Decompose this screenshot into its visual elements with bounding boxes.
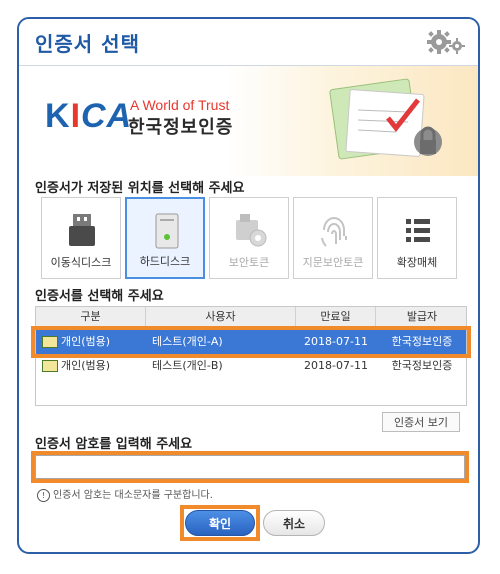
certificate-illustration-icon bbox=[329, 78, 442, 160]
certificate-icon bbox=[42, 360, 58, 372]
storage-section-label: 인증서가 저장된 위치를 선택해 주세요 bbox=[35, 181, 245, 196]
row-user: 테스트(개인-A) bbox=[152, 335, 223, 348]
storage-item-label: 확장매체 bbox=[396, 256, 438, 269]
password-input[interactable] bbox=[35, 455, 465, 479]
cancel-button[interactable]: 취소 bbox=[263, 510, 325, 536]
row-type: 개인(범용) bbox=[61, 359, 111, 372]
info-icon: ! bbox=[37, 488, 50, 502]
password-hint-text: 인증서 암호는 대소문자를 구분합니다. bbox=[53, 490, 213, 501]
storage-item-label: 이동식디스크 bbox=[50, 256, 112, 269]
row-user: 테스트(개인-B) bbox=[152, 359, 223, 372]
logo-company-name: 한국정보인증 bbox=[128, 117, 234, 138]
cert-section-label: 인증서를 선택해 주세요 bbox=[35, 289, 164, 304]
list-icon bbox=[406, 219, 430, 242]
logo-tagline: A World of Trust bbox=[130, 97, 230, 113]
column-header-user[interactable]: 사용자 bbox=[146, 307, 296, 327]
certificate-icon bbox=[42, 336, 58, 348]
column-header-issuer[interactable]: 발급자 bbox=[376, 307, 466, 327]
password-hint: ! 인증서 암호는 대소문자를 구분합니다. bbox=[37, 486, 213, 502]
fingerprint-icon bbox=[321, 217, 347, 247]
usb-drive-icon bbox=[69, 214, 95, 246]
table-row[interactable]: 개인(범용) 테스트(개인-A) 2018-07-11 한국정보인증 bbox=[36, 330, 466, 354]
column-header-type[interactable]: 구분 bbox=[36, 307, 146, 327]
ok-button[interactable]: 확인 bbox=[185, 510, 255, 536]
column-header-expiry[interactable]: 만료일 bbox=[296, 307, 376, 327]
title-bar: 인증서 선택 bbox=[19, 19, 478, 66]
row-issuer: 한국정보인증 bbox=[391, 335, 453, 348]
storage-hard-disk-button[interactable]: 하드디스크 bbox=[125, 197, 205, 279]
certificate-dialog: 인증서 선택 KICA A World of Trust 한국정보인증 인증서가… bbox=[17, 17, 480, 554]
row-type: 개인(범용) bbox=[61, 335, 111, 348]
security-token-icon bbox=[236, 214, 267, 247]
kica-banner: KICA A World of Trust 한국정보인증 bbox=[19, 66, 478, 176]
storage-security-token-button[interactable]: 보안토큰 bbox=[209, 197, 289, 279]
storage-item-label: 지문보안토큰 bbox=[302, 256, 364, 269]
storage-removable-disk-button[interactable]: 이동식디스크 bbox=[41, 197, 121, 279]
view-certificate-button[interactable]: 인증서 보기 bbox=[382, 412, 460, 432]
storage-extended-media-button[interactable]: 확장매체 bbox=[377, 197, 457, 279]
table-header: 구분 사용자 만료일 발급자 bbox=[36, 307, 466, 328]
dialog-title: 인증서 선택 bbox=[35, 32, 140, 56]
password-section-label: 인증서 암호를 입력해 주세요 bbox=[35, 437, 193, 452]
storage-fingerprint-token-button[interactable]: 지문보안토큰 bbox=[293, 197, 373, 279]
storage-item-label: 하드디스크 bbox=[139, 255, 191, 268]
table-row[interactable]: 개인(범용) 테스트(개인-B) 2018-07-11 한국정보인증 bbox=[36, 354, 466, 378]
row-expiry: 2018-07-11 bbox=[304, 359, 368, 372]
storage-item-label: 보안토큰 bbox=[228, 256, 270, 269]
row-expiry: 2018-07-11 bbox=[304, 335, 368, 348]
settings-gear-icon[interactable] bbox=[424, 29, 468, 55]
kica-logo: KICA A World of Trust 한국정보인증 bbox=[45, 97, 234, 138]
storage-selector: 이동식디스크 하드디스크 보안토큰 지문보안토큰 확장매체 bbox=[41, 197, 459, 279]
row-issuer: 한국정보인증 bbox=[391, 359, 453, 372]
certificate-table: 구분 사용자 만료일 발급자 개인(범용) 테스트(개인-A) 2018-07-… bbox=[35, 306, 467, 406]
hard-disk-icon bbox=[155, 213, 179, 249]
